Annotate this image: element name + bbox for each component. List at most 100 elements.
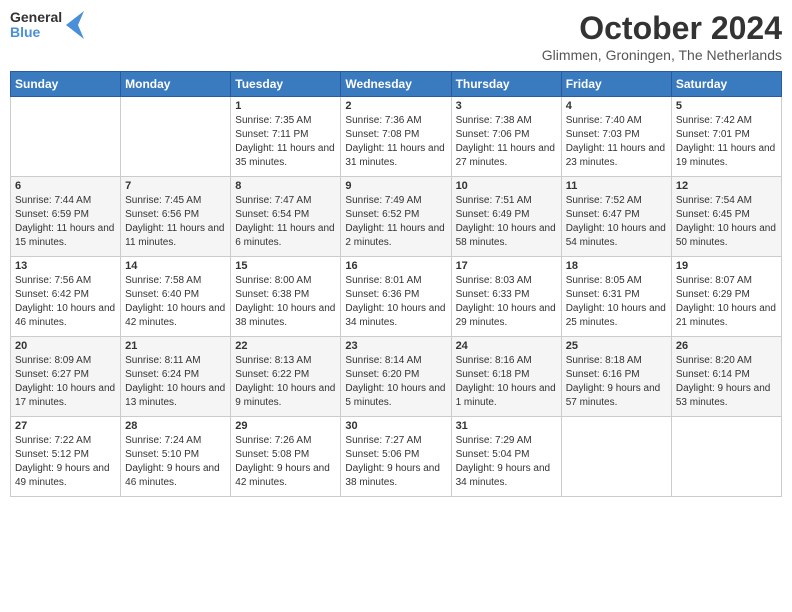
- calendar-table: SundayMondayTuesdayWednesdayThursdayFrid…: [10, 71, 782, 497]
- calendar-cell: 10 Sunrise: 7:51 AM Sunset: 6:49 PM Dayli…: [451, 177, 561, 257]
- day-info: Sunrise: 8:16 AM Sunset: 6:18 PM Dayligh…: [456, 354, 557, 410]
- day-info: Sunrise: 7:45 AM Sunset: 6:56 PM Dayligh…: [125, 194, 226, 250]
- day-number: 31: [456, 420, 557, 432]
- calendar-cell: 7Sunrise: 7:45 AM Sunset: 6:56 PM Daylig…: [121, 177, 231, 257]
- calendar-cell: 4 Sunrise: 7:40 AM Sunset: 7:03 PM Daylig…: [561, 97, 671, 177]
- day-info: Sunrise: 7:27 AM Sunset: 5:06 PM Dayligh…: [345, 434, 446, 490]
- calendar-cell: 20Sunrise: 8:09 AM Sunset: 6:27 PM Dayli…: [11, 337, 121, 417]
- day-number: 10: [456, 180, 557, 192]
- day-info: Sunrise: 8:01 AM Sunset: 6:36 PM Dayligh…: [345, 274, 446, 330]
- day-number: 30: [345, 420, 446, 432]
- calendar-cell: 25 Sunrise: 8:18 AM Sunset: 6:16 PM Dayli…: [561, 337, 671, 417]
- day-number: 2: [345, 100, 446, 112]
- calendar-cell: 27Sunrise: 7:22 AM Sunset: 5:12 PM Dayli…: [11, 417, 121, 497]
- day-info: Sunrise: 7:26 AM Sunset: 5:08 PM Dayligh…: [235, 434, 336, 490]
- calendar-cell: 31 Sunrise: 7:29 AM Sunset: 5:04 PM Dayli…: [451, 417, 561, 497]
- calendar-cell: 28Sunrise: 7:24 AM Sunset: 5:10 PM Dayli…: [121, 417, 231, 497]
- weekday-header-row: SundayMondayTuesdayWednesdayThursdayFrid…: [11, 72, 782, 97]
- calendar-cell: [671, 417, 781, 497]
- calendar-cell: 15 Sunrise: 8:00 AM Sunset: 6:38 PM Dayli…: [231, 257, 341, 337]
- day-number: 15: [235, 260, 336, 272]
- calendar-cell: 30 Sunrise: 7:27 AM Sunset: 5:06 PM Dayli…: [341, 417, 451, 497]
- calendar-cell: 29 Sunrise: 7:26 AM Sunset: 5:08 PM Dayli…: [231, 417, 341, 497]
- day-info: Sunrise: 7:47 AM Sunset: 6:54 PM Dayligh…: [235, 194, 336, 250]
- logo: General Blue: [10, 10, 84, 41]
- day-info: Sunrise: 8:13 AM Sunset: 6:22 PM Dayligh…: [235, 354, 336, 410]
- weekday-header-saturday: Saturday: [671, 72, 781, 97]
- day-number: 13: [15, 260, 116, 272]
- day-info: Sunrise: 7:42 AM Sunset: 7:01 PM Dayligh…: [676, 114, 777, 170]
- calendar-cell: 6 Sunrise: 7:44 AM Sunset: 6:59 PM Daylig…: [11, 177, 121, 257]
- day-number: 18: [566, 260, 667, 272]
- day-number: 16: [345, 260, 446, 272]
- day-info: Sunrise: 8:07 AM Sunset: 6:29 PM Dayligh…: [676, 274, 777, 330]
- calendar-cell: [11, 97, 121, 177]
- day-info: Sunrise: 8:11 AM Sunset: 6:24 PM Dayligh…: [125, 354, 226, 410]
- day-number: 12: [676, 180, 777, 192]
- week-row-1: 1Sunrise: 7:35 AM Sunset: 7:11 PM Daylig…: [11, 97, 782, 177]
- day-number: 19: [676, 260, 777, 272]
- day-info: Sunrise: 7:38 AM Sunset: 7:06 PM Dayligh…: [456, 114, 557, 170]
- day-info: Sunrise: 8:03 AM Sunset: 6:33 PM Dayligh…: [456, 274, 557, 330]
- location: Glimmen, Groningen, The Netherlands: [542, 47, 782, 63]
- weekday-header-sunday: Sunday: [11, 72, 121, 97]
- calendar-cell: 18 Sunrise: 8:05 AM Sunset: 6:31 PM Dayli…: [561, 257, 671, 337]
- calendar-cell: 22Sunrise: 8:13 AM Sunset: 6:22 PM Dayli…: [231, 337, 341, 417]
- weekday-header-friday: Friday: [561, 72, 671, 97]
- day-number: 3: [456, 100, 557, 112]
- weekday-header-wednesday: Wednesday: [341, 72, 451, 97]
- day-number: 23: [345, 340, 446, 352]
- day-info: Sunrise: 7:58 AM Sunset: 6:40 PM Dayligh…: [125, 274, 226, 330]
- day-info: Sunrise: 7:51 AM Sunset: 6:49 PM Dayligh…: [456, 194, 557, 250]
- calendar-cell: 8 Sunrise: 7:47 AM Sunset: 6:54 PM Daylig…: [231, 177, 341, 257]
- day-number: 27: [15, 420, 116, 432]
- day-number: 6: [15, 180, 116, 192]
- day-number: 9: [345, 180, 446, 192]
- day-number: 29: [235, 420, 336, 432]
- day-info: Sunrise: 8:00 AM Sunset: 6:38 PM Dayligh…: [235, 274, 336, 330]
- day-info: Sunrise: 7:56 AM Sunset: 6:42 PM Dayligh…: [15, 274, 116, 330]
- day-number: 14: [125, 260, 226, 272]
- calendar-cell: 19 Sunrise: 8:07 AM Sunset: 6:29 PM Dayli…: [671, 257, 781, 337]
- day-info: Sunrise: 7:29 AM Sunset: 5:04 PM Dayligh…: [456, 434, 557, 490]
- day-number: 4: [566, 100, 667, 112]
- calendar-cell: 2 Sunrise: 7:36 AM Sunset: 7:08 PM Daylig…: [341, 97, 451, 177]
- day-info: Sunrise: 7:52 AM Sunset: 6:47 PM Dayligh…: [566, 194, 667, 250]
- logo-line2: Blue: [10, 25, 62, 40]
- calendar-cell: [121, 97, 231, 177]
- day-info: Sunrise: 7:40 AM Sunset: 7:03 PM Dayligh…: [566, 114, 667, 170]
- day-info: Sunrise: 8:05 AM Sunset: 6:31 PM Dayligh…: [566, 274, 667, 330]
- calendar-cell: 16 Sunrise: 8:01 AM Sunset: 6:36 PM Dayli…: [341, 257, 451, 337]
- calendar-cell: 3 Sunrise: 7:38 AM Sunset: 7:06 PM Daylig…: [451, 97, 561, 177]
- calendar-cell: 11 Sunrise: 7:52 AM Sunset: 6:47 PM Dayli…: [561, 177, 671, 257]
- day-info: Sunrise: 7:54 AM Sunset: 6:45 PM Dayligh…: [676, 194, 777, 250]
- day-number: 17: [456, 260, 557, 272]
- day-number: 11: [566, 180, 667, 192]
- weekday-header-tuesday: Tuesday: [231, 72, 341, 97]
- week-row-3: 13 Sunrise: 7:56 AM Sunset: 6:42 PM Dayli…: [11, 257, 782, 337]
- day-info: Sunrise: 7:35 AM Sunset: 7:11 PM Dayligh…: [235, 114, 336, 170]
- day-info: Sunrise: 7:24 AM Sunset: 5:10 PM Dayligh…: [125, 434, 226, 490]
- calendar-cell: 21Sunrise: 8:11 AM Sunset: 6:24 PM Dayli…: [121, 337, 231, 417]
- calendar-cell: 9Sunrise: 7:49 AM Sunset: 6:52 PM Daylig…: [341, 177, 451, 257]
- day-info: Sunrise: 8:18 AM Sunset: 6:16 PM Dayligh…: [566, 354, 667, 410]
- day-info: Sunrise: 7:36 AM Sunset: 7:08 PM Dayligh…: [345, 114, 446, 170]
- week-row-5: 27Sunrise: 7:22 AM Sunset: 5:12 PM Dayli…: [11, 417, 782, 497]
- day-number: 8: [235, 180, 336, 192]
- calendar-cell: 26Sunrise: 8:20 AM Sunset: 6:14 PM Dayli…: [671, 337, 781, 417]
- calendar-cell: 5Sunrise: 7:42 AM Sunset: 7:01 PM Daylig…: [671, 97, 781, 177]
- day-number: 25: [566, 340, 667, 352]
- logo-wrapper: General Blue: [10, 10, 84, 41]
- day-info: Sunrise: 7:44 AM Sunset: 6:59 PM Dayligh…: [15, 194, 116, 250]
- calendar-cell: [561, 417, 671, 497]
- calendar-cell: 17 Sunrise: 8:03 AM Sunset: 6:33 PM Dayli…: [451, 257, 561, 337]
- day-number: 26: [676, 340, 777, 352]
- title-block: October 2024 Glimmen, Groningen, The Net…: [542, 10, 782, 63]
- calendar-cell: 1Sunrise: 7:35 AM Sunset: 7:11 PM Daylig…: [231, 97, 341, 177]
- weekday-header-monday: Monday: [121, 72, 231, 97]
- month-title: October 2024: [542, 10, 782, 47]
- week-row-2: 6 Sunrise: 7:44 AM Sunset: 6:59 PM Daylig…: [11, 177, 782, 257]
- calendar-cell: 24Sunrise: 8:16 AM Sunset: 6:18 PM Dayli…: [451, 337, 561, 417]
- weekday-header-thursday: Thursday: [451, 72, 561, 97]
- day-number: 20: [15, 340, 116, 352]
